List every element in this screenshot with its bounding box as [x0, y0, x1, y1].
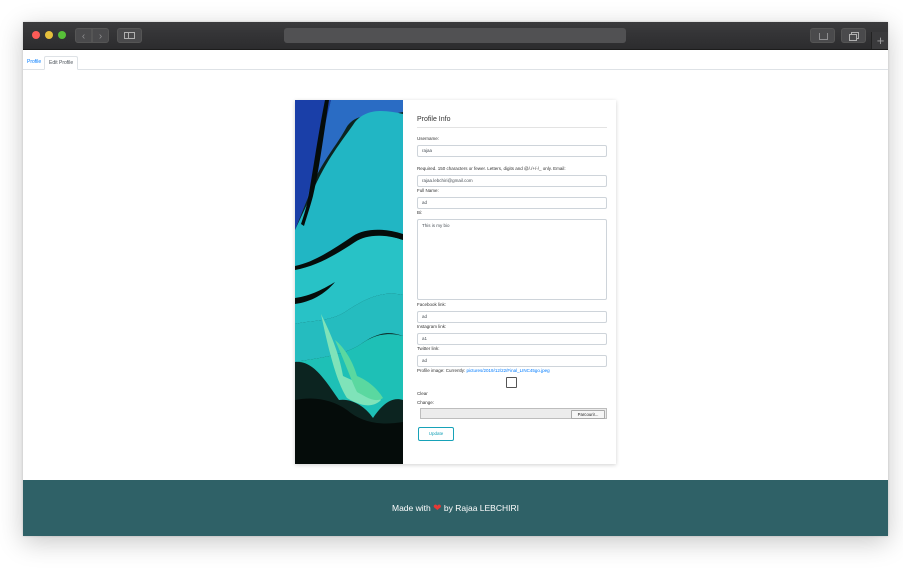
facebook-input[interactable]: ad — [417, 311, 607, 323]
close-window-button[interactable] — [32, 31, 40, 39]
sidebar-toggle-button[interactable] — [117, 28, 142, 43]
browser-window: ‹ › + Profile Edit Profile Profile Info … — [23, 22, 888, 536]
chevron-right-icon: › — [98, 31, 103, 42]
facebook-label: Facebook link: — [417, 302, 447, 307]
current-image-link[interactable]: pictures/2019/12/22/Final_LINC45go.jpeg — [467, 368, 550, 373]
username-help-text: Required. 150 characters or fewer. Lette… — [417, 166, 566, 171]
back-button[interactable]: ‹ — [75, 28, 92, 43]
change-label: Change: — [417, 400, 435, 405]
form-title: Profile Info — [417, 116, 451, 123]
maximize-window-button[interactable] — [58, 31, 66, 39]
chevron-left-icon: ‹ — [81, 31, 86, 42]
update-button[interactable]: Update — [418, 427, 454, 441]
new-tab-button[interactable]: + — [871, 32, 888, 49]
minimize-window-button[interactable] — [45, 31, 53, 39]
profile-image-row: Profile image: Currently: pictures/2019/… — [417, 368, 550, 373]
forward-button[interactable]: › — [92, 28, 109, 43]
username-label: Username: — [417, 136, 440, 141]
bio-label: Bi: — [417, 210, 423, 215]
image-file-input[interactable]: Parcourir... — [420, 408, 607, 419]
clear-image-checkbox[interactable] — [506, 377, 517, 388]
browse-file-button[interactable]: Parcourir... — [571, 410, 605, 419]
instagram-label: Instagram link: — [417, 324, 447, 329]
browser-titlebar: ‹ › + — [23, 22, 888, 50]
footer-made-with: Made with — [391, 503, 431, 513]
site-footer: Made with ❤ by Rajaa LEBCHIRI — [23, 480, 888, 536]
bio-textarea[interactable]: This is my bio — [417, 219, 607, 300]
plus-icon: + — [876, 33, 885, 48]
show-tabs-button[interactable] — [841, 28, 866, 43]
email-input[interactable]: rajaa.lebchiri@gmail.com — [417, 175, 607, 187]
profile-tabs: Profile Edit Profile — [23, 56, 888, 70]
profile-image-label: Profile image: Currently: — [417, 368, 466, 373]
instagram-input[interactable]: a1 — [417, 333, 607, 345]
footer-author: by Rajaa LEBCHIRI — [443, 503, 519, 513]
address-bar[interactable] — [284, 28, 626, 43]
sidebar-icon — [124, 32, 135, 39]
tab-edit-profile[interactable]: Edit Profile — [44, 56, 79, 70]
clear-label: Clear — [417, 391, 428, 396]
tab-profile[interactable]: Profile — [23, 56, 45, 69]
twitter-label: Twitter link: — [417, 346, 440, 351]
title-divider — [417, 127, 607, 128]
username-input[interactable]: rajaa — [417, 145, 607, 157]
profile-card: Profile Info Username: rajaa Required. 1… — [295, 100, 616, 464]
abstract-artwork-image — [295, 100, 403, 464]
twitter-input[interactable]: ad — [417, 355, 607, 367]
heart-icon: ❤ — [433, 503, 442, 514]
edit-profile-form: Profile Info Username: rajaa Required. 1… — [417, 100, 607, 464]
share-button[interactable] — [810, 28, 835, 43]
fullname-label: Full Name: — [417, 188, 439, 193]
fullname-input[interactable]: ad — [417, 197, 607, 209]
